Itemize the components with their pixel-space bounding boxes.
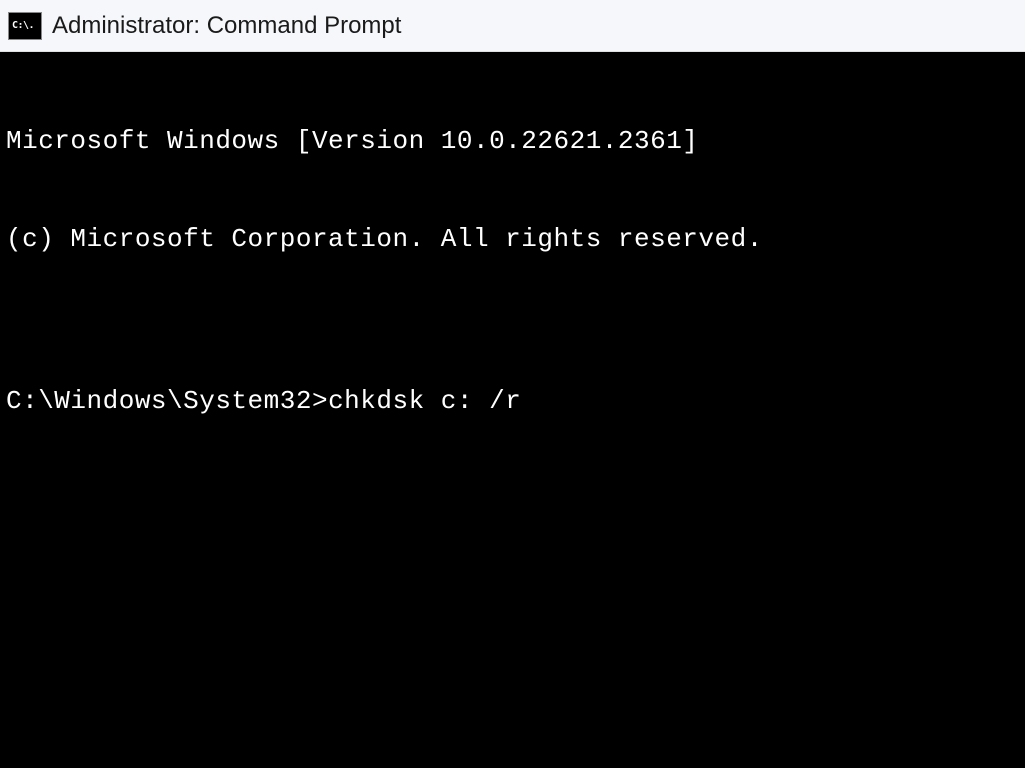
prompt-command[interactable]: chkdsk c: /r xyxy=(328,385,521,418)
terminal-area[interactable]: Microsoft Windows [Version 10.0.22621.23… xyxy=(0,52,1025,768)
app-icon-text: C:\. xyxy=(12,21,34,31)
terminal-prompt-line: C:\Windows\System32>chkdsk c: /r xyxy=(6,385,1019,418)
prompt-path: C:\Windows\System32> xyxy=(6,385,328,418)
command-prompt-window: C:\. Administrator: Command Prompt Micro… xyxy=(0,0,1025,768)
terminal-output-line: Microsoft Windows [Version 10.0.22621.23… xyxy=(6,125,1019,158)
command-prompt-icon: C:\. xyxy=(8,12,42,40)
titlebar[interactable]: C:\. Administrator: Command Prompt xyxy=(0,0,1025,52)
terminal-output-line: (c) Microsoft Corporation. All rights re… xyxy=(6,223,1019,256)
window-title: Administrator: Command Prompt xyxy=(52,12,401,40)
